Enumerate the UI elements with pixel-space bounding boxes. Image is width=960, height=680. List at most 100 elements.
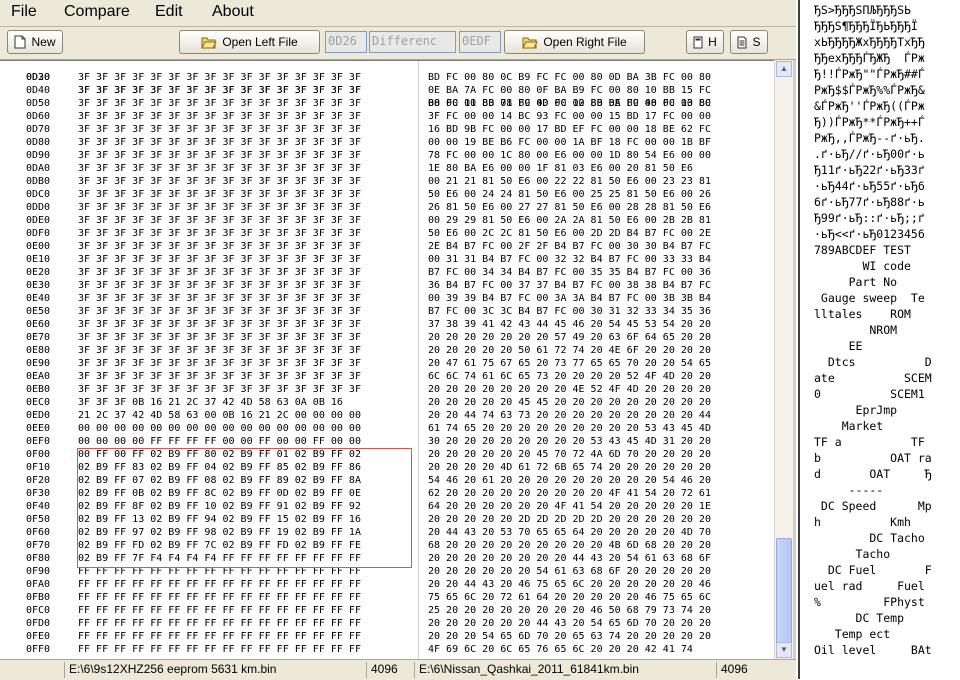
hex-view-button[interactable]: H (686, 30, 724, 54)
text-view-line: uel rad Fuel (814, 579, 925, 593)
left-hex-bytes: 02 B9 FF 97 02 B9 FF 98 02 B9 FF 19 02 B… (78, 527, 361, 538)
left-hex-bytes: FF FF FF FF FF FF FF FF FF FF FF FF FF F… (78, 605, 361, 616)
right-hex-bytes: 30 20 20 20 20 20 20 20 20 53 43 45 4D 3… (428, 436, 711, 447)
row-address: 0EE0 (26, 423, 51, 434)
left-hex-bytes: 00 FF 00 FF 02 B9 FF 80 02 B9 FF 01 02 B… (78, 449, 361, 460)
menu-compare[interactable]: Compare (64, 3, 130, 21)
row-address: 0F60 (26, 527, 51, 538)
row-address: 0D60 (26, 111, 51, 122)
left-hex-bytes: 02 B9 FF 8F 02 B9 FF 10 02 B9 FF 91 02 B… (78, 501, 361, 512)
row-address: 0E00 (26, 241, 51, 252)
row-address: 0D40 (26, 85, 51, 96)
left-hex-bytes: FF FF FF FF FF FF FF FF FF FF FF FF FF F… (78, 579, 361, 590)
right-hex-bytes: BD FC 00 80 0C B9 FC FC 00 80 0D BA 3B F… (428, 72, 711, 83)
row-address: 0E40 (26, 293, 51, 304)
right-hex-bytes: 20 20 20 20 20 45 45 20 20 20 20 20 20 2… (428, 397, 711, 408)
row-address: 0F20 (26, 475, 51, 486)
folder-open-icon (201, 37, 218, 48)
scroll-thumb[interactable] (776, 538, 792, 648)
row-address: 0DA0 (26, 163, 51, 174)
menu-edit[interactable]: Edit (155, 3, 183, 21)
menu-file[interactable]: File (11, 3, 37, 21)
right-hex-bytes: 50 E6 00 24 24 81 50 E6 00 25 25 81 50 E… (428, 189, 711, 200)
row-address: 0E50 (26, 306, 51, 317)
text-view-line: ate SCEM (814, 371, 932, 385)
left-hex-bytes: 3F 3F 3F 3F 3F 3F 3F 3F 3F 3F 3F 3F 3F 3… (78, 241, 361, 252)
right-hex-bytes: 20 20 20 20 4D 61 72 6B 65 74 20 20 20 2… (428, 462, 711, 473)
text-view-line: &ЃРжЂ''ЃРжЂ((ЃРж (814, 99, 925, 113)
row-address: 0FE0 (26, 631, 51, 642)
open-left-file-label: Open Left File (222, 35, 298, 49)
row-address: 0FF0 (26, 644, 51, 655)
right-hex-bytes: B7 FC 00 3C 3C B4 B7 FC 00 30 31 32 33 3… (428, 306, 711, 317)
row-address: 0EC0 (26, 397, 51, 408)
text-view-line: ·ьЂ<<ґ·ьЂ0123456 (814, 227, 925, 241)
left-hex-bytes: 02 B9 FF 0B 02 B9 FF 8C 02 B9 FF 0D 02 B… (78, 488, 361, 499)
row-address: 0F80 (26, 553, 51, 564)
row-address: 0F40 (26, 501, 51, 512)
text-view-line: % FPhyst (814, 595, 925, 609)
right-hex-bytes: 62 20 20 20 20 20 20 20 20 20 4F 41 54 2… (428, 488, 711, 499)
text-view-line: NROM (814, 323, 898, 337)
open-right-file-label: Open Right File (543, 35, 627, 49)
left-hex-bytes: FF FF FF FF FF FF FF FF FF FF FF FF FF F… (78, 566, 361, 577)
left-hex-bytes: 3F 3F 3F 3F 3F 3F 3F 3F 3F 3F 3F 3F 3F 3… (78, 72, 361, 83)
left-hex-bytes: 02 B9 FF 13 02 B9 FF 94 02 B9 FF 15 02 B… (78, 514, 361, 525)
left-hex-bytes: 3F 3F 3F 3F 3F 3F 3F 3F 3F 3F 3F 3F 3F 3… (78, 306, 361, 317)
vertical-scrollbar[interactable]: ▲ ▼ (774, 60, 793, 659)
left-hex-bytes: 3F 3F 3F 3F 3F 3F 3F 3F 3F 3F 3F 3F 3F 3… (78, 215, 361, 226)
text-view-line: 789ABCDEF TEST (814, 243, 911, 257)
right-hex-bytes: 6C 6C 74 61 6C 65 73 20 20 20 20 52 4F 4… (428, 371, 711, 382)
row-address: 0F50 (26, 514, 51, 525)
text-view-line: ----- (814, 483, 884, 497)
left-hex-bytes: 3F 3F 3F 3F 3F 3F 3F 3F 3F 3F 3F 3F 3F 3… (78, 293, 361, 304)
text-view-line: РжЂ,,ЃРжЂ--ґ·ьЂ. (814, 131, 925, 145)
right-hex-bytes: 2E B4 B7 FC 00 2F 2F B4 B7 FC 00 30 30 B… (428, 241, 711, 252)
right-hex-bytes: 20 47 61 75 67 65 20 73 77 65 65 70 20 2… (428, 358, 711, 369)
offset-field[interactable]: 0D26 (325, 31, 367, 53)
row-address: 0D50 (26, 98, 51, 109)
scroll-up-icon[interactable]: ▲ (776, 61, 792, 77)
left-file-path: E:\6\9s12XHZ256 eeprom 5631 km.bin (64, 662, 366, 678)
right-hex-bytes: 26 81 50 E6 00 27 27 81 50 E6 00 28 28 8… (428, 202, 711, 213)
text-view-line: DC Tacho (814, 531, 925, 545)
left-hex-bytes: 3F 3F 3F 3F 3F 3F 3F 3F 3F 3F 3F 3F 3F 3… (78, 267, 361, 278)
menu-about[interactable]: About (212, 3, 254, 21)
left-hex-bytes: 02 B9 FF 07 02 B9 FF 08 02 B9 FF 89 02 B… (78, 475, 361, 486)
left-hex-bytes: 3F 3F 3F 3F 3F 3F 3F 3F 3F 3F 3F 3F 3F 3… (78, 189, 361, 200)
text-view-line: TF a TF (814, 435, 925, 449)
row-address: 0F90 (26, 566, 51, 577)
row-address: 0DD0 (26, 202, 51, 213)
left-hex-bytes: 3F 3F 3F 3F 3F 3F 3F 3F 3F 3F 3F 3F 3F 3… (78, 384, 361, 395)
new-file-icon (14, 35, 26, 49)
left-hex-bytes: FF FF FF FF FF FF FF FF FF FF FF FF FF F… (78, 644, 361, 655)
right-hex-bytes: 20 20 20 20 20 20 54 61 63 68 6F 20 20 2… (428, 566, 711, 577)
new-button[interactable]: New (7, 30, 63, 54)
text-view-line: DC Fuel F (814, 563, 932, 577)
row-address: 0E20 (26, 267, 51, 278)
right-hex-bytes: 54 46 20 61 20 20 20 20 20 20 20 20 20 5… (428, 475, 711, 486)
hex-compare-view[interactable]: 0D20 3F 3F 3F 3F 3F 3F 3F 3F 3F 3F 3F 3F… (0, 60, 774, 660)
right-hex-bytes: B7 FC 00 34 34 B4 B7 FC 00 35 35 B4 B7 F… (428, 267, 711, 278)
document-icon (737, 36, 747, 48)
right-hex-bytes: 68 20 20 20 20 20 20 20 20 20 4B 6D 68 2… (428, 540, 711, 551)
text-view-line: Ђ))ЃРжЂ**ЃРжЂ++Ѓ (814, 115, 925, 129)
open-right-file-button[interactable]: Open Right File (504, 30, 645, 54)
open-left-file-button[interactable]: Open Left File (179, 30, 320, 54)
right-hex-bytes: 61 74 65 20 20 20 20 20 20 20 20 20 53 4… (428, 423, 711, 434)
row-address: 0E60 (26, 319, 51, 330)
right-hex-bytes: 20 20 20 20 20 20 45 70 72 4A 6D 70 20 2… (428, 449, 711, 460)
right-hex-bytes: 36 B4 B7 FC 00 37 37 B4 B7 FC 00 38 38 B… (428, 280, 711, 291)
row-address: 0F30 (26, 488, 51, 499)
right-hex-bytes: 3F FC 00 00 14 BC 93 FC 00 00 15 BD 17 F… (428, 111, 711, 122)
right-hex-bytes: 00 21 21 81 50 E6 00 22 22 81 50 E6 00 2… (428, 176, 711, 187)
right-hex-bytes: 50 E6 00 2C 2C 81 50 E6 00 2D 2D B4 B7 F… (428, 228, 711, 239)
scroll-down-icon[interactable]: ▼ (776, 642, 792, 658)
text-view-pane[interactable]: ЂЅ>ЂЂЂЅПЉЂЂЂЅЬ ЂЂЂЅ¶ЂЂЂЇЂЬЂЂЂЇ хЬЂЂЂЂЖхЂЂЂ… (798, 0, 960, 679)
text-view-line: 6ґ·ьЂ77ґ·ьЂ88ґ·ь (814, 195, 925, 209)
text-view-line: Temp ect (814, 627, 891, 641)
end-offset-field[interactable]: 0EDF (459, 31, 501, 53)
right-hex-bytes: 16 BD 9B FC 00 00 17 BD EF FC 00 00 18 B… (428, 124, 711, 135)
difference-field[interactable]: Differenc (369, 31, 456, 53)
string-view-button[interactable]: S (730, 30, 768, 54)
